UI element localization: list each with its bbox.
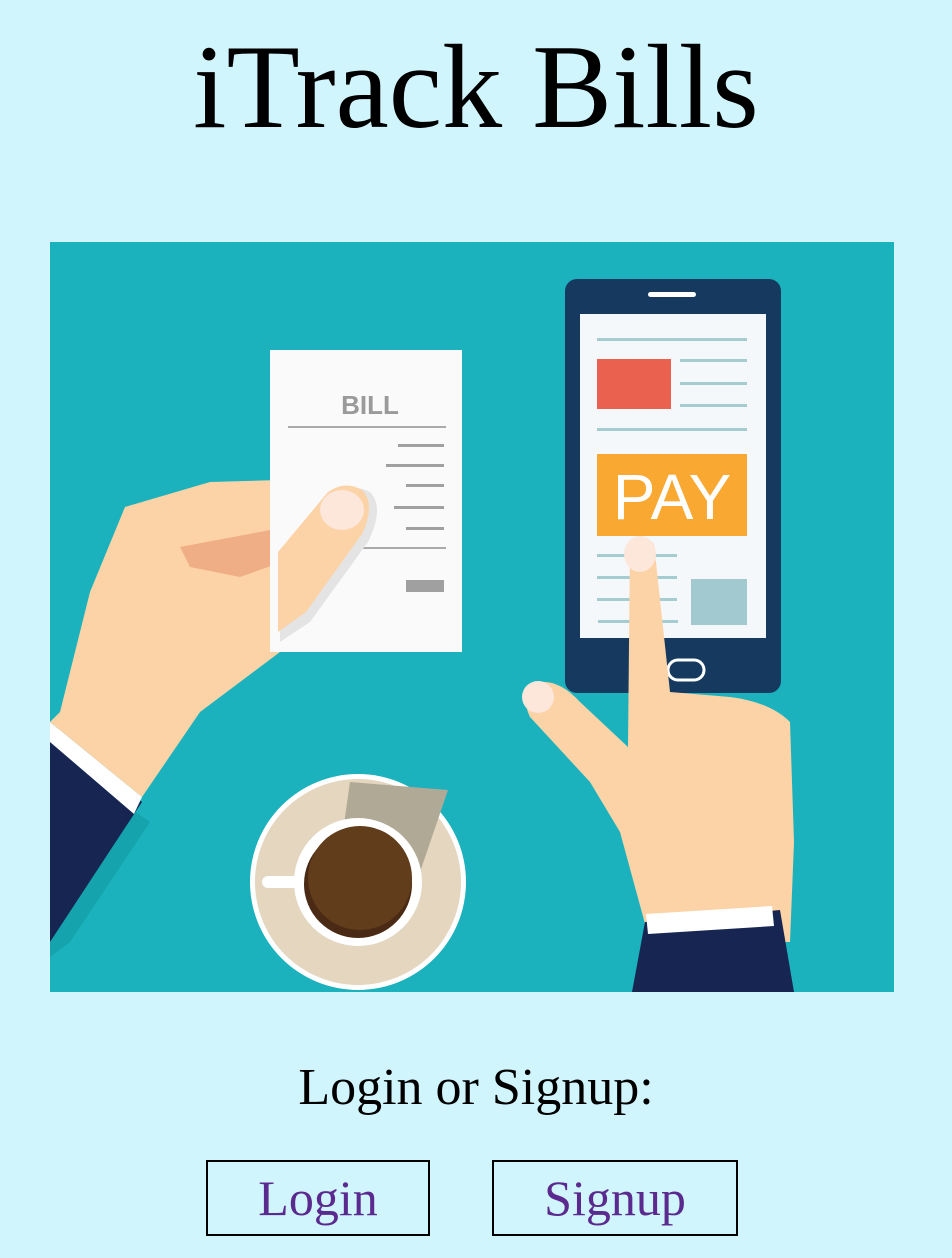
- smartphone-icon: PAY: [565, 279, 781, 693]
- auth-prompt: Login or Signup:: [298, 1059, 654, 1116]
- bill-receipt-icon: BILL: [270, 350, 462, 652]
- bill-label: BILL: [341, 390, 399, 420]
- login-button[interactable]: Login: [206, 1160, 430, 1236]
- page-title: iTrack Bills: [193, 20, 759, 153]
- coffee-cup-icon: [250, 774, 466, 990]
- pay-label: PAY: [613, 461, 732, 533]
- signup-button[interactable]: Signup: [492, 1160, 738, 1236]
- hero-illustration: BILL PAY: [50, 242, 894, 992]
